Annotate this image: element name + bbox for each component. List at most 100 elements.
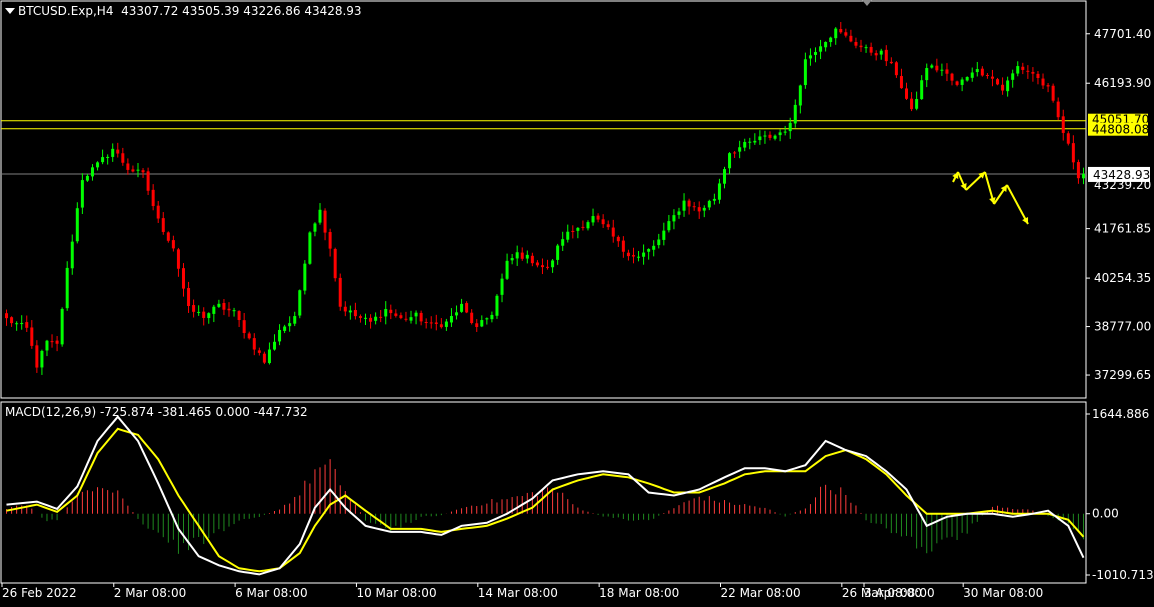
candle-body [348, 310, 352, 313]
current-price-label: 43428.93 [1093, 168, 1150, 182]
price-axis: 47701.40 46193.90 41761.85 40254.35 38777.00… [1086, 27, 1151, 382]
candle-body [404, 318, 408, 320]
time-tick-label: 14 Mar 08:00 [478, 586, 558, 600]
candle-body [798, 85, 802, 106]
candle-body [677, 211, 681, 215]
candle-body [444, 321, 448, 327]
time-tick-label: 3 Apr 08:00 [864, 586, 935, 600]
candle-body [743, 141, 747, 148]
candle-body [5, 313, 9, 319]
candle-body [717, 183, 721, 200]
chart-shift-marker-icon[interactable] [862, 0, 872, 6]
candle-body [647, 249, 651, 252]
candle-body [156, 205, 160, 219]
candle-body [773, 135, 777, 139]
candle-body [874, 53, 878, 56]
candle-body [611, 227, 615, 237]
candle-body [551, 260, 555, 268]
candle-body [460, 303, 464, 312]
candle-body [70, 241, 74, 269]
candle-body [257, 350, 261, 353]
price-tick-label: 46193.90 [1094, 76, 1151, 90]
candle-body [111, 148, 115, 157]
candle-body [75, 208, 79, 242]
candle-body [470, 312, 474, 324]
candle-body [748, 141, 752, 143]
candle-body [141, 170, 145, 173]
macd-tick-label: 1644.886 [1092, 407, 1149, 421]
candle-body [247, 333, 251, 339]
candle-body [884, 49, 888, 62]
candle-body [1056, 101, 1060, 118]
candle-body [844, 32, 848, 36]
candle-body [1006, 80, 1010, 92]
candle-body [384, 309, 388, 317]
candle-body [515, 252, 519, 259]
candle-body [166, 232, 170, 241]
candle-body [606, 224, 610, 228]
candle-body [242, 320, 246, 334]
macd-subwindow-frame [0, 401, 1087, 584]
candle-body [682, 200, 686, 211]
price-tick-label: 47701.40 [1094, 27, 1151, 41]
candle-body [1046, 85, 1050, 87]
candle-body [353, 309, 357, 317]
candle-body [30, 327, 34, 346]
candle-body [303, 263, 307, 291]
candle-body [803, 59, 807, 86]
candle-body [910, 98, 914, 110]
candle-body [176, 249, 180, 269]
candle-body [879, 50, 883, 55]
candle-body [1001, 84, 1005, 91]
candle-body [905, 88, 909, 99]
candle-body [449, 315, 453, 323]
chart-menu-triangle-icon[interactable] [5, 8, 15, 14]
candle-body [333, 249, 337, 279]
candle-body [429, 322, 433, 324]
candle-body [480, 320, 484, 327]
candle-body [55, 340, 59, 344]
candle-body [546, 266, 550, 268]
candle-body [10, 317, 14, 324]
candle-body [722, 169, 726, 184]
candle-body [596, 215, 600, 220]
candle-body [505, 260, 509, 279]
candle-body [171, 240, 175, 249]
candle-body [338, 277, 342, 307]
candle-body [975, 69, 979, 73]
candle-body [439, 324, 443, 328]
candle-body [187, 288, 191, 306]
candle-body [626, 252, 630, 257]
candle-body [824, 42, 828, 48]
candle-body [990, 76, 994, 79]
candle-body [581, 226, 585, 228]
candle-body [652, 245, 656, 250]
candle-body [364, 317, 368, 319]
chart-canvas[interactable]: 47701.40 46193.90 41761.85 40254.35 38777.00… [0, 0, 1154, 603]
macd-indicator-header: MACD(12,26,9) -725.874 -381.465 0.000 -4… [5, 405, 308, 419]
candle-body [1076, 162, 1080, 179]
candle-body [96, 162, 100, 168]
candle-body [561, 239, 565, 246]
trading-chart-window[interactable]: 47701.40 46193.90 41761.85 40254.35 38777.00… [0, 0, 1154, 603]
main-chart-frame [0, 0, 1087, 399]
candle-body [839, 29, 843, 33]
candle-body [707, 200, 711, 208]
candle-body [419, 312, 423, 322]
candle-body [60, 308, 64, 345]
time-tick-label: 30 Mar 08:00 [963, 586, 1043, 600]
candle-body [753, 140, 757, 143]
macd-tick-label: 0.00 [1092, 507, 1119, 521]
symbol-ohlc-header: BTCUSD.Exp,H4 43307.72 43505.39 43226.86… [18, 4, 362, 18]
candle-body [267, 349, 271, 364]
candle-body [945, 69, 949, 74]
candles-group [5, 21, 1085, 375]
candle-body [424, 321, 428, 323]
macd-tick-label: -1010.713 [1092, 568, 1154, 582]
candle-body [637, 256, 641, 258]
candle-body [1061, 116, 1065, 133]
candle-body [192, 305, 196, 312]
forecast-arrows [952, 171, 1029, 225]
candle-body [814, 52, 817, 55]
candle-body [556, 245, 560, 260]
